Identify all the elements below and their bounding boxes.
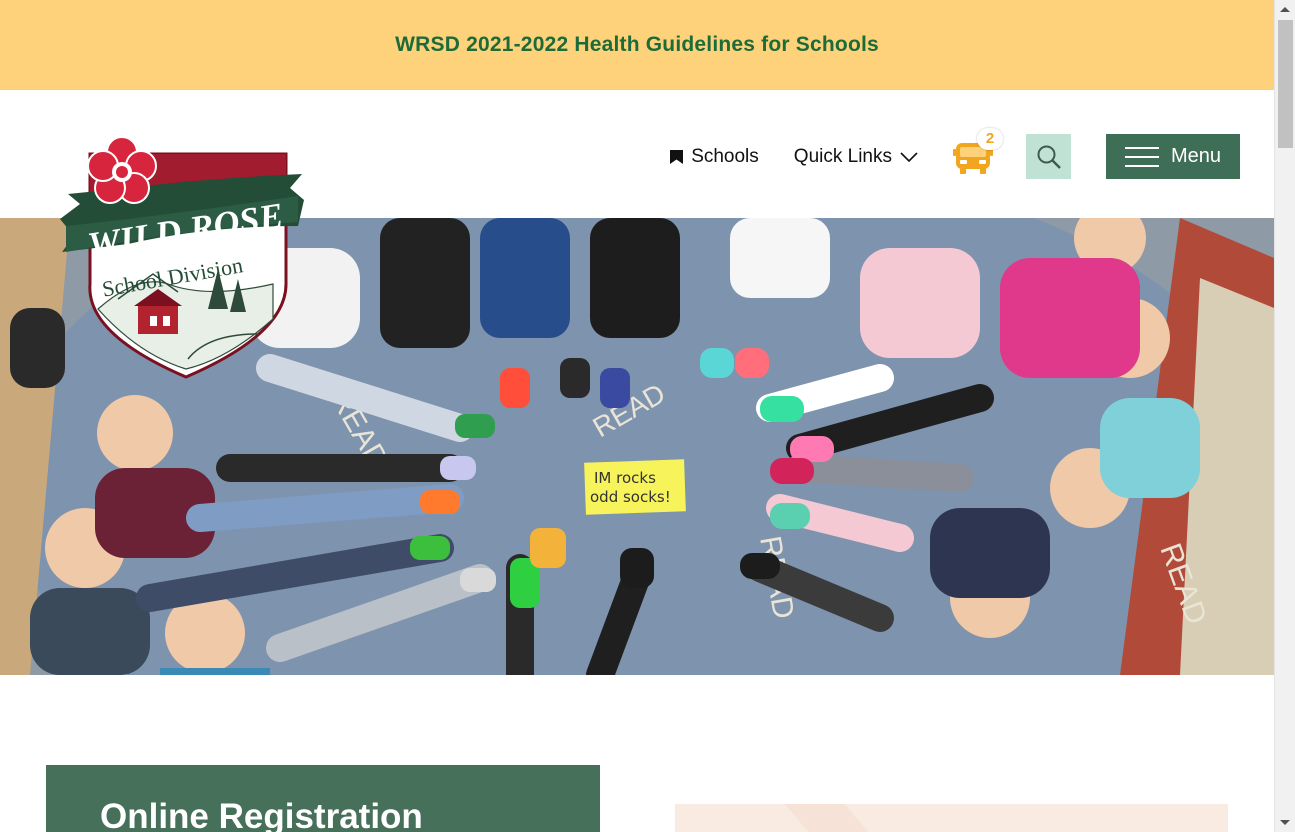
hamburger-icon (1124, 146, 1159, 167)
schools-label: Schools (691, 145, 759, 167)
card-stripe (784, 804, 896, 832)
sign-line2: odd socks! (590, 488, 671, 506)
page: WRSD 2021-2022 Health Guidelines for Sch… (0, 0, 1295, 832)
bus-status-button[interactable]: 2 (953, 127, 1003, 177)
main-nav: Schools Quick Links 2 Menu (670, 127, 1240, 179)
scroll-down-arrow-icon[interactable] (1280, 820, 1290, 825)
sign-line1: IM rocks (594, 469, 656, 487)
scroll-thumb[interactable] (1278, 20, 1293, 148)
search-icon (1037, 145, 1061, 169)
secondary-card (675, 804, 1228, 832)
wild-rose-crest-icon: WILD ROSE School Division (60, 136, 304, 379)
scroll-up-arrow-icon[interactable] (1280, 7, 1290, 12)
page-scrollbar[interactable] (1274, 0, 1295, 832)
menu-button[interactable]: Menu (1106, 134, 1240, 179)
schools-link[interactable]: Schools (670, 146, 759, 168)
bookmark-icon (670, 149, 684, 164)
search-button[interactable] (1026, 134, 1071, 179)
alert-banner: WRSD 2021-2022 Health Guidelines for Sch… (0, 0, 1274, 90)
wild-rose-logo[interactable]: WILD ROSE School Division (58, 134, 308, 380)
chevron-down-icon (900, 151, 918, 162)
online-registration-card[interactable]: Online Registration (46, 765, 600, 832)
health-guidelines-link[interactable]: WRSD 2021-2022 Health Guidelines for Sch… (395, 33, 879, 57)
quick-links-dropdown[interactable]: Quick Links (794, 146, 918, 168)
quick-links-label: Quick Links (793, 145, 892, 167)
bus-alert-badge: 2 (977, 127, 1003, 150)
online-registration-title: Online Registration (100, 797, 423, 832)
menu-label: Menu (1170, 145, 1222, 167)
